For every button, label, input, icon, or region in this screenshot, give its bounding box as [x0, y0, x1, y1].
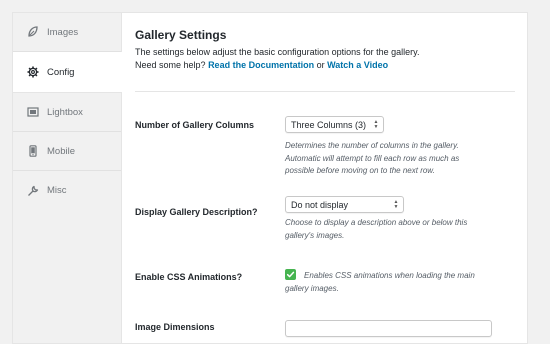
description-select-value: Do not display — [291, 199, 349, 210]
checkmark-icon — [286, 271, 295, 278]
desc-line: Enables CSS animations when loading the … — [304, 271, 475, 280]
image-dimensions-select[interactable] — [285, 320, 492, 337]
desc-line: Choose to display a description above or… — [285, 218, 468, 227]
intro-line: The settings below adjust the basic conf… — [135, 47, 420, 57]
desc-line: gallery's images. — [285, 230, 345, 240]
lightbox-icon — [27, 106, 39, 118]
select-arrows-icon: ▲ ▼ — [393, 198, 399, 210]
tab-lightbox[interactable]: Lightbox — [13, 93, 121, 132]
css-animations-help: Enables CSS animations when loading the … — [304, 270, 514, 283]
description-label: Display Gallery Description? — [135, 207, 258, 217]
mobile-icon — [27, 145, 39, 157]
leaf-icon — [27, 26, 39, 38]
tab-label: Images — [47, 26, 79, 38]
intro-help-line: Need some help? Read the Documentation o… — [135, 59, 420, 72]
gear-icon — [27, 66, 39, 78]
desc-line: possible before moving on to the next ro… — [285, 166, 435, 175]
tab-misc[interactable]: Misc — [13, 171, 121, 210]
css-animations-checkbox[interactable] — [285, 269, 296, 280]
divider — [135, 91, 515, 92]
columns-description: Determines the number of columns in the … — [285, 140, 510, 178]
wrench-icon — [27, 185, 39, 197]
documentation-link[interactable]: Read the Documentation — [208, 60, 314, 70]
css-animations-label: Enable CSS Animations? — [135, 272, 243, 282]
columns-select-value: Three Columns (3) — [291, 119, 367, 130]
page-title: Gallery Settings — [135, 28, 227, 42]
desc-line: Automatic will attempt to fill each row … — [285, 153, 460, 163]
desc-line: Determines the number of columns in the … — [285, 141, 459, 150]
image-dimensions-label: Image Dimensions — [135, 322, 215, 332]
tab-mobile[interactable]: Mobile — [13, 132, 121, 171]
tab-label: Lightbox — [47, 106, 83, 118]
columns-label: Number of Gallery Columns — [135, 120, 255, 130]
tab-label: Config — [47, 66, 75, 78]
columns-select[interactable]: Three Columns (3) ▲ ▼ — [285, 116, 384, 133]
settings-sidebar: Images Config Lightbox Mobile Misc — [13, 13, 122, 343]
tab-label: Misc — [47, 185, 67, 196]
video-link[interactable]: Watch a Video — [327, 60, 388, 70]
tab-config[interactable]: Config — [13, 52, 122, 93]
css-animations-help-cont: gallery images. — [285, 283, 510, 296]
desc-line: gallery images. — [285, 284, 339, 293]
or-text: or — [316, 60, 325, 70]
settings-panel: Images Config Lightbox Mobile Misc Galle… — [12, 12, 528, 344]
intro-text: The settings below adjust the basic conf… — [135, 46, 420, 72]
help-prefix: Need some help? — [135, 60, 206, 70]
tab-images[interactable]: Images — [13, 13, 121, 52]
tab-label: Mobile — [47, 145, 75, 157]
description-help: Choose to display a description above or… — [285, 217, 510, 242]
select-arrows-icon: ▲ ▼ — [373, 118, 379, 130]
description-select[interactable]: Do not display ▲ ▼ — [285, 196, 404, 213]
